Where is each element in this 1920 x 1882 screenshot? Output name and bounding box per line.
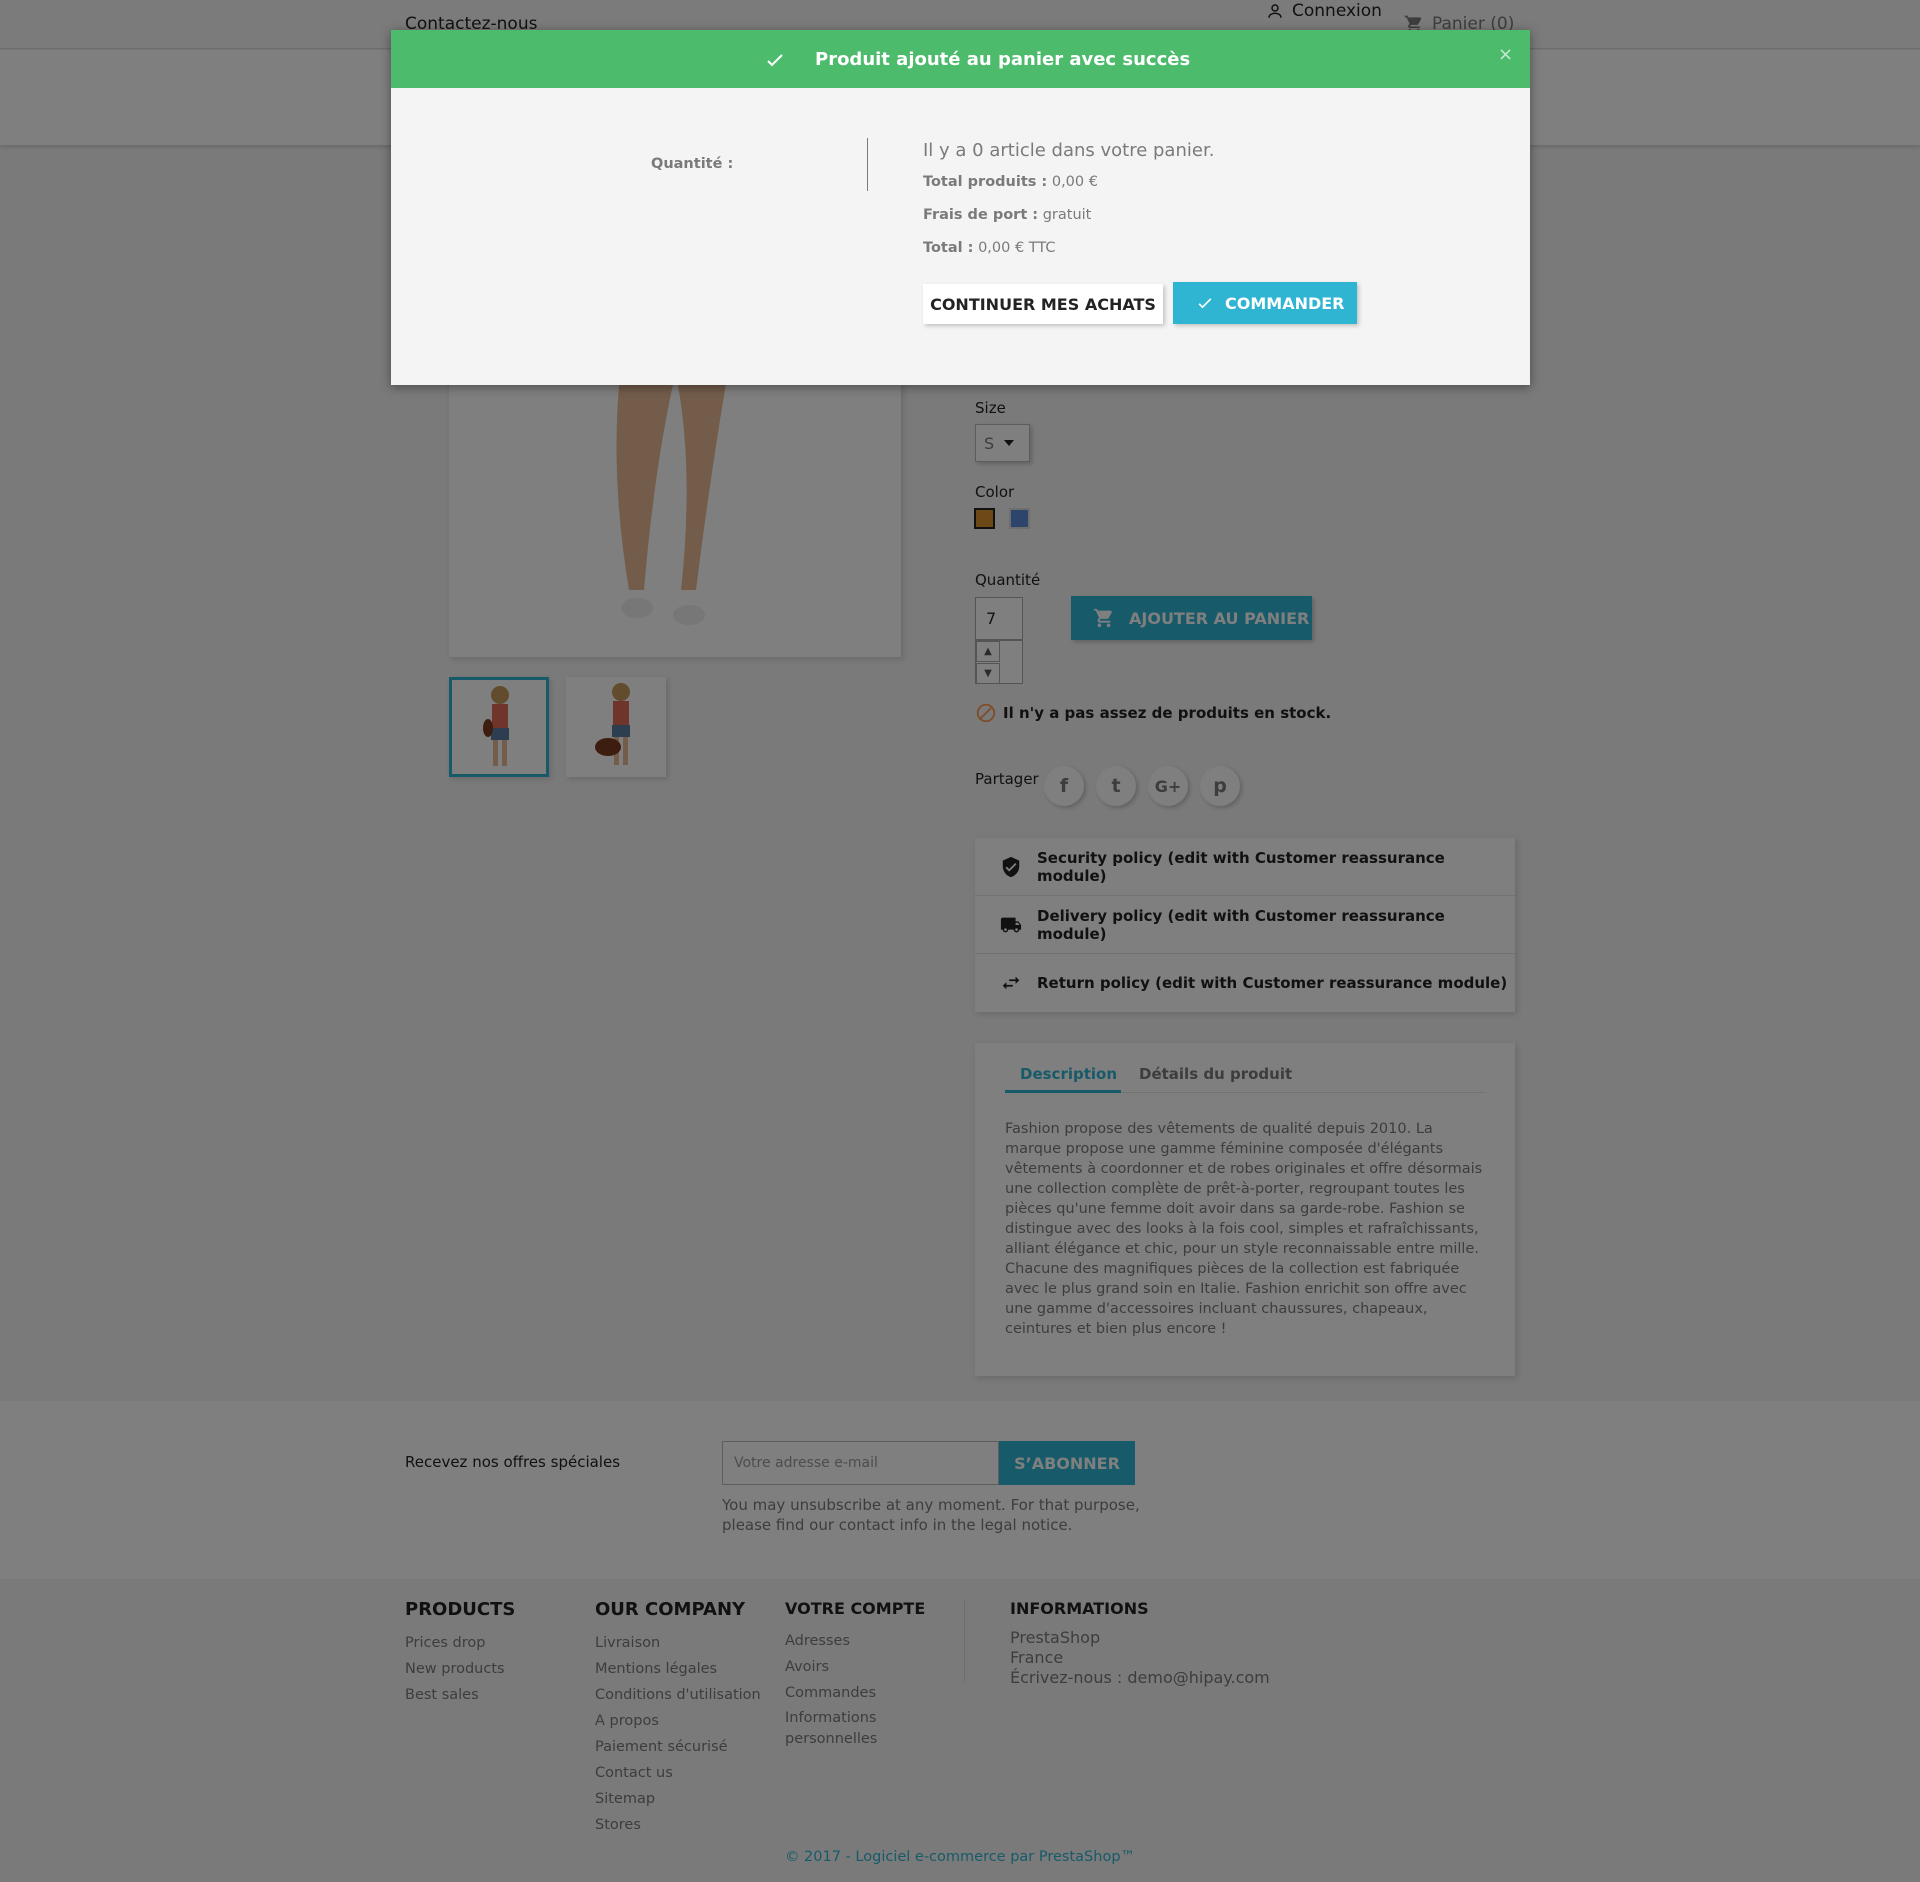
total-line: Total : 0,00 € TTC — [923, 240, 1214, 256]
total-products-value: 0,00 € — [1051, 174, 1098, 190]
cart-confirmation-modal: Produit ajouté au panier avec succès × Q… — [391, 30, 1530, 385]
modal-header: Produit ajouté au panier avec succès × — [391, 30, 1530, 88]
checkout-button[interactable]: COMMANDER — [1173, 282, 1357, 324]
check-icon — [767, 54, 783, 67]
continue-shopping-button[interactable]: CONTINUER MES ACHATS — [923, 284, 1163, 324]
total-products-label: Total produits : — [923, 174, 1048, 190]
total-label: Total : — [923, 240, 974, 256]
checkout-label: COMMANDER — [1225, 293, 1345, 313]
close-modal-button[interactable]: × — [1498, 44, 1513, 65]
modal-title: Produit ajouté au panier avec succès — [815, 49, 1191, 70]
modal-quantity-label: Quantité : — [651, 156, 734, 172]
shipping-label: Frais de port : — [923, 207, 1039, 223]
modal-divider — [867, 138, 868, 191]
total-value: 0,00 € TTC — [978, 240, 1056, 256]
cart-count-text: Il y a 0 article dans votre panier. — [923, 140, 1215, 161]
shipping-line: Frais de port : gratuit — [923, 207, 1214, 223]
cart-summary: Il y a 0 article dans votre panier. Tota… — [923, 140, 1214, 273]
total-products-line: Total produits : 0,00 € — [923, 174, 1214, 190]
shipping-value: gratuit — [1042, 207, 1092, 223]
check-icon — [1198, 298, 1212, 309]
